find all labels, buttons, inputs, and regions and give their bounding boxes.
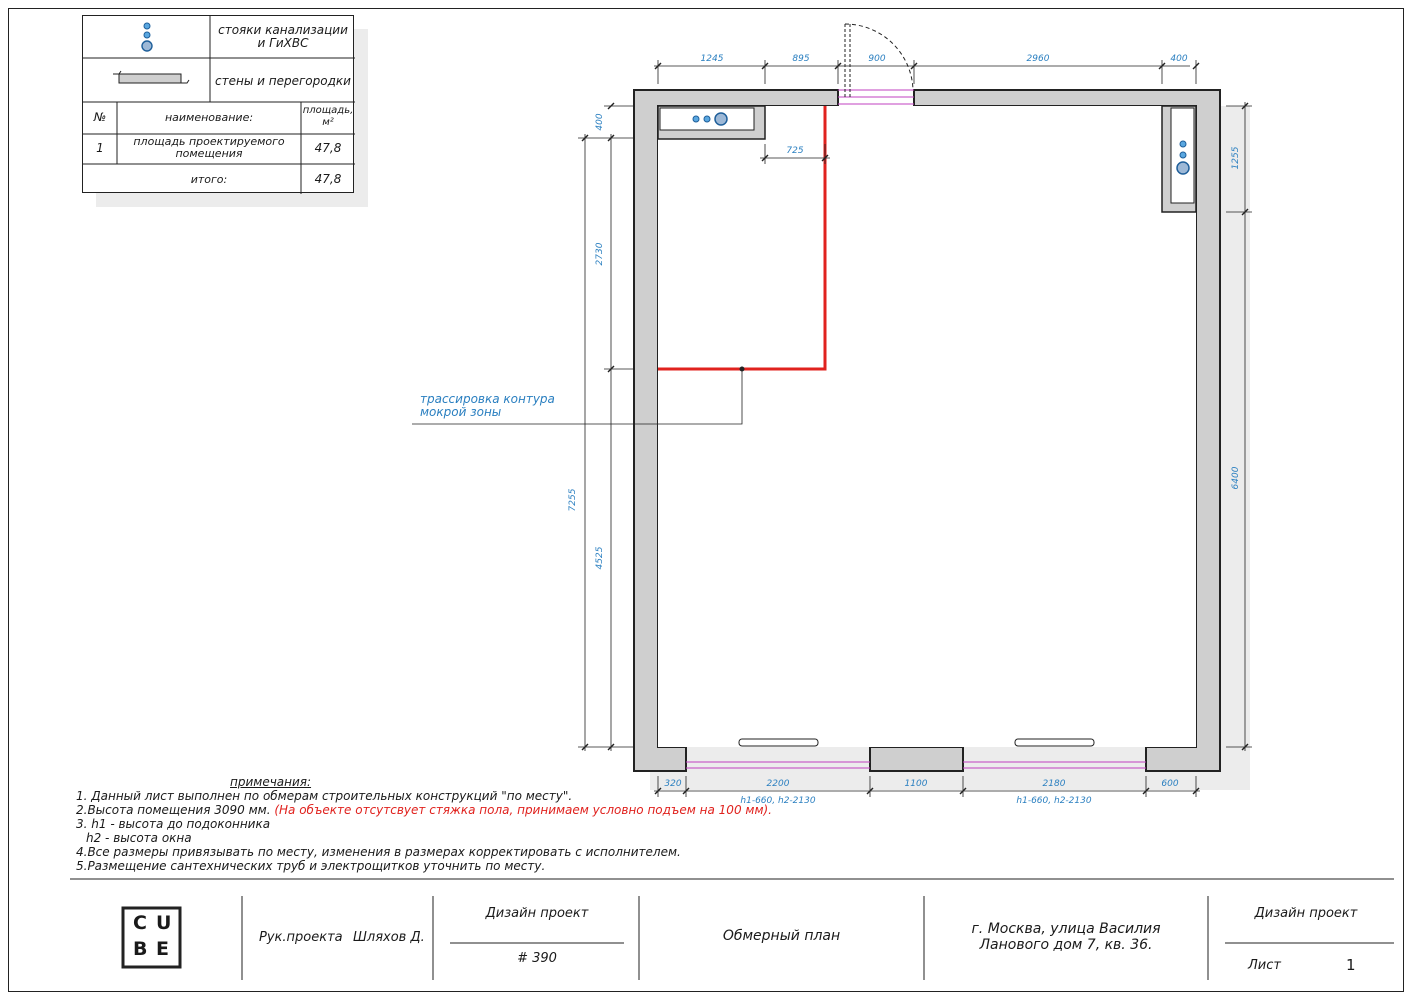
- dim-left-1: 400: [595, 113, 605, 131]
- dim-bottom-3: 1100: [904, 779, 928, 789]
- dim-right-2: 6400: [1231, 466, 1241, 490]
- sheet-number: 1: [1346, 956, 1356, 974]
- note-5: 5.Размещение сантехнических труб и элект…: [76, 859, 546, 873]
- cube-logo: C U B E: [125, 912, 179, 964]
- logo-letter: U: [156, 912, 174, 934]
- project-number: # 390: [517, 951, 557, 966]
- address-line-2: Ланового дом 7, кв. 36.: [979, 937, 1153, 953]
- dim-bottom-4: 2180: [1042, 779, 1066, 789]
- dim-top-4: 2960: [1026, 54, 1050, 64]
- notes-heading: примечания:: [230, 775, 312, 789]
- note-2-warning: (На объекте отсутсвует стяжка пола, прин…: [274, 803, 772, 817]
- dim-left-3: 4525: [595, 546, 605, 570]
- stage-label: Дизайн проект: [1254, 906, 1358, 921]
- dim-left-2: 2730: [595, 242, 605, 266]
- note-3b: h2 - высота окна: [86, 831, 192, 845]
- dim-top-5: 400: [1170, 54, 1188, 64]
- note-4: 4.Все размеры привязывать по месту, изме…: [76, 845, 681, 859]
- sheet-label: Лист: [1248, 958, 1281, 973]
- dim-top-1: 1245: [700, 54, 724, 64]
- note-3: 3. h1 - высота до подоконника: [76, 817, 271, 831]
- sheet-title: Обмерный план: [722, 928, 841, 944]
- role-label: Рук.проекта: [259, 930, 343, 945]
- room-interior: [658, 106, 1196, 747]
- window-right-heights: h1-660, h2-2130: [1016, 796, 1092, 806]
- notes: примечания: 1. Данный лист выполнен по о…: [76, 775, 772, 873]
- address-line-1: г. Москва, улица Василия: [971, 921, 1161, 937]
- dim-top-3: 900: [868, 54, 886, 64]
- dim-right-1: 1255: [1231, 146, 1241, 170]
- logo-letter: C: [133, 912, 149, 934]
- logo-letter: B: [133, 938, 150, 960]
- dim-top-2: 895: [792, 54, 810, 64]
- note-2-text: 2.Высота помещения 3090 мм.: [76, 803, 275, 817]
- project-type: Дизайн проект: [485, 906, 589, 921]
- dim-left-outer: 7255: [568, 488, 578, 512]
- author-name: Шляхов Д.: [353, 930, 425, 945]
- dim-bottom-5: 600: [1161, 779, 1179, 789]
- wet-zone-label: трассировка контура мокрой зоны: [420, 392, 555, 419]
- note-1: 1. Данный лист выполнен по обмерам строи…: [76, 789, 573, 803]
- note-2: 2.Высота помещения 3090 мм. (На объекте …: [76, 803, 772, 817]
- dim-725: 725: [786, 146, 804, 156]
- logo-letter: E: [156, 938, 171, 960]
